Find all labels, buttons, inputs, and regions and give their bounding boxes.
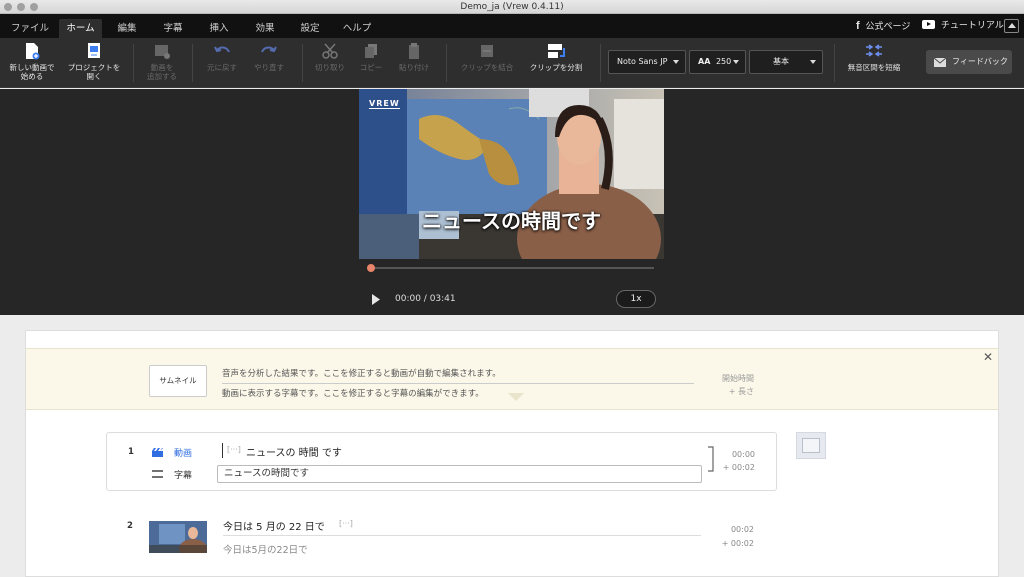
seek-handle[interactable]: [366, 264, 375, 272]
transcript-words[interactable]: ニュースの 時間 です: [246, 444, 342, 459]
split-clip-icon: [548, 44, 565, 58]
toolbar-separator: [834, 44, 835, 82]
clip-thumbnail[interactable]: [149, 521, 207, 553]
compress-arrows-icon: [866, 44, 882, 57]
thumbnail-placeholder[interactable]: [796, 432, 826, 459]
subtitle-overlay: ニュースの時間です: [422, 209, 601, 233]
tab-home[interactable]: ホーム: [59, 19, 102, 38]
paste-button[interactable]: 貼り付け: [394, 42, 434, 72]
open-project-icon: [88, 43, 100, 58]
tab-subtitle[interactable]: 字幕: [154, 19, 192, 38]
redo-icon: [261, 46, 277, 53]
seek-bar[interactable]: [368, 267, 654, 269]
font-family-select[interactable]: Noto Sans JP: [608, 50, 686, 74]
collapse-ribbon-button[interactable]: [1004, 19, 1019, 33]
undo-icon: [214, 46, 230, 53]
font-size-icon: AA: [698, 57, 711, 66]
clip-start-time: 00:00: [731, 450, 755, 459]
video-preview-area: VREW ニュースの時間です 00:00 / 03:41 1x: [0, 89, 1024, 315]
guide-divider: [222, 383, 694, 384]
chevron-down-icon: [733, 60, 739, 64]
image-placeholder-icon: [802, 438, 820, 453]
chevron-up-icon: [1008, 23, 1016, 28]
clip-number: 1: [128, 447, 134, 457]
youtube-link[interactable]: チュートリアル: [922, 18, 1004, 34]
ribbon-toolbar: 新しい動画で 始める プロジェクトを 開く 動画を 追加する 元に戻す やり直す…: [0, 38, 1024, 88]
tab-help[interactable]: ヘルプ: [336, 19, 378, 38]
clip-length: + 00:02: [721, 539, 754, 548]
facebook-icon: f: [856, 20, 860, 32]
toolbar-separator: [133, 44, 134, 82]
clip-number: 2: [127, 521, 133, 531]
add-video-icon: [155, 45, 170, 59]
transcript-editor: サムネイル 音声を分析した結果です。ここを修正すると動画が自動で編集されます。 …: [25, 330, 999, 577]
chevron-down-icon: [810, 60, 816, 64]
feedback-button[interactable]: フィードバック: [926, 50, 1012, 74]
tab-settings[interactable]: 設定: [291, 19, 329, 38]
text-cursor: [222, 443, 223, 458]
playback-speed-button[interactable]: 1x: [616, 290, 656, 308]
chevron-down-icon: [673, 60, 679, 64]
time-display: 00:00 / 03:41: [395, 294, 456, 304]
clip-row[interactable]: 2 今日は 5 月の 22 日で [···] 今日は5月の22日で 00:02 …: [106, 508, 777, 568]
new-video-button[interactable]: 新しい動画で 始める: [8, 42, 56, 81]
cut-button[interactable]: 切り取り: [310, 42, 350, 72]
open-project-button[interactable]: プロジェクトを 開く: [64, 42, 124, 81]
subtitle-style-select[interactable]: 基本: [749, 50, 823, 74]
clip-row[interactable]: 1 動画 [···] ニュースの 時間 です 字幕 ニュースの時間です 00:0…: [106, 432, 777, 491]
tab-edit[interactable]: 編集: [108, 19, 146, 38]
subtitle-input[interactable]: ニュースの時間です: [217, 465, 702, 483]
mail-icon: [934, 58, 946, 67]
redo-button[interactable]: やり直す: [248, 42, 290, 72]
thumbnail-button[interactable]: サムネイル: [149, 365, 207, 397]
copy-icon: [365, 44, 377, 58]
transcript-words[interactable]: 今日は 5 月の 22 日で: [223, 518, 325, 533]
guide-text-subtitle: 動画に表示する字幕です。ここを修正すると字幕の編集ができます。: [222, 389, 484, 399]
window-title: Demo_ja (Vrew 0.4.11): [460, 2, 564, 12]
font-size-select[interactable]: AA 250: [689, 50, 746, 74]
close-guide-button[interactable]: ✕: [983, 350, 993, 364]
subtitle-text[interactable]: 今日は5月の22日で: [223, 542, 308, 556]
tab-file[interactable]: ファイル: [6, 19, 54, 38]
guide-start-time: 開始時間: [722, 374, 754, 383]
menu-bar: ファイル ホーム 編集 字幕 挿入 効果 設定 ヘルプ f 公式ページ チュート…: [0, 14, 1024, 38]
clapperboard-icon: [152, 448, 163, 457]
merge-clip-button[interactable]: クリップを結合: [456, 42, 518, 72]
undo-button[interactable]: 元に戻す: [201, 42, 243, 72]
guide-length: + 長さ: [728, 387, 754, 396]
clip-length: + 00:02: [722, 463, 755, 472]
merge-clip-icon: [481, 45, 493, 57]
window-titlebar: Demo_ja (Vrew 0.4.11): [0, 0, 1024, 14]
tab-effects[interactable]: 効果: [246, 19, 284, 38]
play-icon[interactable]: [371, 294, 381, 305]
row-divider: [223, 535, 701, 536]
copy-button[interactable]: コピー: [353, 42, 389, 72]
add-video-button[interactable]: 動画を 追加する: [140, 42, 184, 81]
video-frame[interactable]: VREW ニュースの時間です: [359, 89, 664, 259]
toolbar-separator: [302, 44, 303, 82]
video-row-label: 動画: [174, 449, 193, 459]
ellipsis-token[interactable]: [···]: [339, 519, 353, 528]
tab-insert[interactable]: 挿入: [200, 19, 238, 38]
guide-text-audio: 音声を分析した結果です。ここを修正すると動画が自動で編集されます。: [222, 369, 501, 379]
toolbar-separator: [600, 44, 601, 82]
youtube-icon: [922, 20, 935, 29]
shorten-silence-button[interactable]: 無音区間を短縮: [840, 42, 908, 72]
toolbar-separator: [446, 44, 447, 82]
ellipsis-token[interactable]: [···]: [227, 445, 241, 454]
new-document-icon: [26, 43, 40, 60]
paste-icon: [409, 43, 419, 59]
facebook-link[interactable]: f 公式ページ: [856, 18, 910, 35]
split-clip-button[interactable]: クリップを分割: [526, 42, 586, 72]
vrew-watermark: VREW: [369, 99, 400, 109]
scissors-icon: [322, 43, 338, 59]
toolbar-separator: [192, 44, 193, 82]
subtitle-lines-icon: [152, 470, 163, 478]
clip-start-time: 00:02: [730, 525, 754, 534]
subtitle-row-label: 字幕: [174, 471, 193, 481]
guide-pointer: [508, 393, 524, 401]
